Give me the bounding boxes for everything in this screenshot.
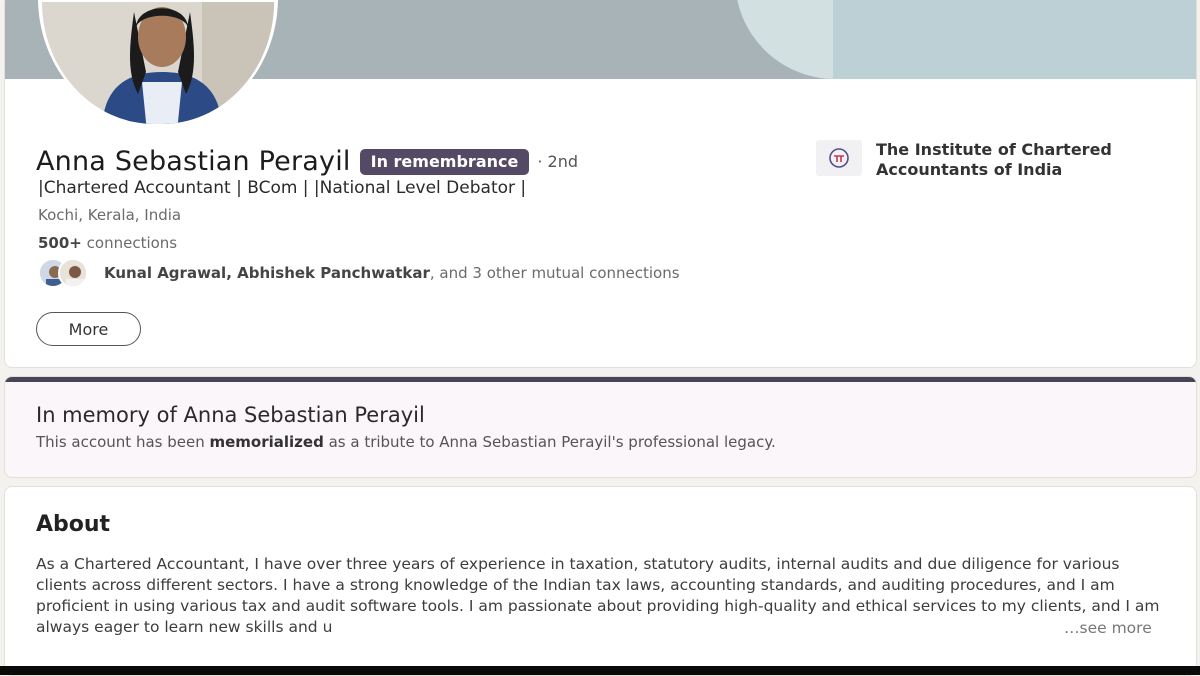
profile-location: Kochi, Kerala, India bbox=[38, 206, 182, 224]
connections-link[interactable]: 500+ connections bbox=[38, 234, 177, 252]
organization-name: The Institute of Chartered Accountants o… bbox=[876, 140, 1112, 179]
connection-degree: · 2nd bbox=[537, 152, 578, 171]
mutual-connections[interactable]: Kunal Agrawal, Abhishek Panchwatkar, and… bbox=[38, 258, 680, 288]
name-row: Anna Sebastian Perayil In remembrance · … bbox=[36, 146, 578, 177]
memorial-top-bar bbox=[5, 377, 1196, 382]
memorial-desc-bold: memorialized bbox=[209, 433, 324, 451]
memorial-desc-after: as a tribute to Anna Sebastian Perayil's… bbox=[323, 433, 776, 451]
screen-bottom-border bbox=[0, 666, 1200, 675]
profile-name: Anna Sebastian Perayil bbox=[36, 146, 351, 177]
see-more-link[interactable]: …see more bbox=[1060, 619, 1152, 637]
profile-headline: |Chartered Accountant | BCom | |National… bbox=[38, 178, 527, 198]
memorial-desc-before: This account has been bbox=[36, 433, 210, 451]
more-button[interactable]: More bbox=[36, 312, 141, 346]
connections-count: 500+ bbox=[38, 234, 82, 252]
about-heading: About bbox=[36, 512, 111, 537]
current-organization[interactable]: The Institute of Chartered Accountants o… bbox=[816, 140, 1146, 180]
memorial-title: In memory of Anna Sebastian Perayil bbox=[36, 403, 425, 427]
mutual-avatar bbox=[58, 258, 88, 288]
mutual-connections-text: Kunal Agrawal, Abhishek Panchwatkar, and… bbox=[104, 264, 680, 282]
remembrance-badge: In remembrance bbox=[359, 148, 530, 175]
icai-logo-icon bbox=[816, 140, 862, 176]
mutual-suffix: , and 3 other mutual connections bbox=[429, 264, 680, 282]
about-text: As a Chartered Accountant, I have over t… bbox=[36, 555, 1160, 636]
mutual-names: Kunal Agrawal, Abhishek Panchwatkar bbox=[104, 264, 430, 282]
banner-decoration bbox=[833, 0, 1196, 79]
connections-label: connections bbox=[81, 234, 178, 252]
memorial-description: This account has been memorialized as a … bbox=[36, 433, 776, 451]
memorial-card bbox=[4, 376, 1197, 478]
